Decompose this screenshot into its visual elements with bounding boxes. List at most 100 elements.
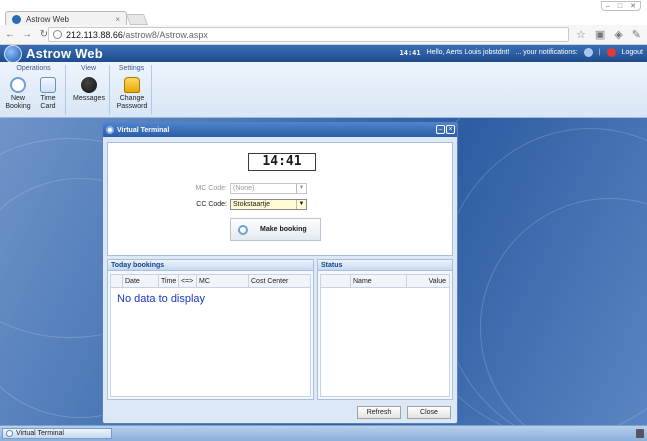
- ribbon-group-operations: Operations New Booking Time Card: [2, 65, 66, 115]
- chevron-down-icon: ▼: [296, 200, 306, 209]
- mc-code-select[interactable]: (None) ▼: [230, 183, 307, 194]
- taskbar: Virtual Terminal: [0, 425, 647, 441]
- header-clock: 14:41: [399, 48, 421, 57]
- window-controls: – □ ✕: [601, 1, 641, 11]
- messages-label: Messages: [73, 95, 105, 102]
- taskbar-item-virtual-terminal[interactable]: Virtual Terminal: [2, 428, 112, 439]
- extension-icons: ☆ ▣ ◈ ✎: [576, 28, 641, 41]
- virtual-terminal-window: Virtual Terminal – × 14:41 MC Code: (Non…: [102, 122, 458, 424]
- new-booking-label-2: Booking: [5, 103, 31, 110]
- url-path: /astrow8/Astrow.aspx: [122, 29, 208, 40]
- new-tab-button[interactable]: [125, 14, 149, 25]
- tab-close-icon[interactable]: ×: [115, 15, 120, 24]
- grid-gutter: [111, 275, 123, 287]
- new-booking-label-1: New: [10, 95, 25, 102]
- lock-icon: [124, 77, 140, 93]
- astrow-favicon-icon: [12, 14, 21, 24]
- no-data-message: No data to display: [117, 293, 206, 305]
- status-grid: Name Value: [320, 274, 450, 397]
- today-bookings-title: Today bookings: [108, 260, 313, 271]
- messages-button[interactable]: Messages: [71, 77, 107, 103]
- refresh-button[interactable]: Refresh: [357, 406, 401, 419]
- back-arrow-icon[interactable]: ←: [3, 29, 17, 40]
- change-password-button[interactable]: Change Password: [114, 77, 150, 111]
- time-card-icon: [40, 77, 56, 93]
- column-header-blank: [321, 275, 351, 287]
- terminal-icon: [6, 430, 13, 437]
- column-header-mc[interactable]: MC: [197, 275, 249, 287]
- globe-icon: [53, 30, 62, 39]
- forward-arrow-icon[interactable]: →: [20, 29, 34, 40]
- column-header-date[interactable]: Date: [123, 275, 159, 287]
- minimize-button[interactable]: –: [606, 3, 610, 10]
- today-bookings-panel: Today bookings Date Time <=> MC Cost Cen…: [107, 259, 314, 400]
- change-password-label-1: Change: [119, 95, 145, 102]
- header-separator: |: [598, 49, 601, 56]
- time-card-label-1: Time: [40, 95, 56, 102]
- time-card-label-2: Card: [40, 103, 56, 110]
- clock-icon: [238, 224, 248, 235]
- change-password-label-2: Password: [116, 103, 148, 110]
- wrench-icon[interactable]: ✎: [632, 28, 641, 41]
- window-title: Virtual Terminal: [117, 126, 170, 134]
- cc-code-select[interactable]: Stokstaartje ▼: [230, 199, 307, 210]
- header-user-area: 14:41 Hello, Aerts Louis jobstdnt! ... y…: [400, 48, 643, 57]
- notifications-label: ... your notifications:: [515, 49, 578, 56]
- minimize-window-button[interactable]: –: [436, 125, 445, 134]
- clock-icon: [10, 77, 26, 93]
- column-header-time[interactable]: Time: [159, 275, 179, 287]
- app-name: Astrow Web: [26, 46, 103, 61]
- mc-code-row: MC Code: (None) ▼: [184, 183, 307, 194]
- ribbon-group-view: View Messages: [68, 65, 110, 115]
- close-window-icon[interactable]: ×: [446, 125, 455, 134]
- bookings-grid: Date Time <=> MC Cost Center No data to …: [110, 274, 311, 397]
- window-titlebar[interactable]: Virtual Terminal: [103, 123, 457, 137]
- status-grid-header: Name Value: [321, 275, 449, 288]
- notification-icon[interactable]: [583, 48, 593, 57]
- column-header-name[interactable]: Name: [351, 275, 407, 287]
- time-card-button[interactable]: Time Card: [34, 77, 62, 111]
- mc-code-label: MC Code:: [195, 185, 227, 192]
- make-booking-button[interactable]: Make booking: [230, 218, 321, 241]
- logout-icon[interactable]: [606, 48, 616, 57]
- chevron-down-icon: ▼: [296, 184, 306, 193]
- browser-tab[interactable]: Astrow Web ×: [5, 11, 127, 26]
- taskbar-item-label: Virtual Terminal: [16, 430, 64, 437]
- column-header-direction[interactable]: <=>: [179, 275, 197, 287]
- make-booking-label: Make booking: [260, 226, 307, 233]
- ribbon-toolbar: Operations New Booking Time Card View Me…: [0, 62, 647, 118]
- browser-navbar: ← → ↻ 212.113.88.66 /astrow8/Astrow.aspx…: [0, 25, 647, 45]
- tab-title: Astrow Web: [26, 14, 69, 24]
- astrow-logo-icon: [4, 44, 22, 63]
- extension-icon[interactable]: ▣: [595, 28, 605, 41]
- cc-code-label: CC Code:: [196, 201, 227, 208]
- app-header: Astrow Web 14:41 Hello, Aerts Louis jobs…: [0, 44, 647, 63]
- column-header-value[interactable]: Value: [407, 275, 449, 287]
- address-bar[interactable]: 212.113.88.66 /astrow8/Astrow.aspx: [48, 27, 569, 42]
- cc-code-value: Stokstaartje: [233, 201, 270, 208]
- url-host: 212.113.88.66: [66, 29, 123, 40]
- terminal-clock: 14:41: [248, 153, 316, 171]
- puzzle-icon[interactable]: ◈: [614, 28, 622, 41]
- logout-link[interactable]: Logout: [622, 49, 643, 56]
- maximize-button[interactable]: □: [618, 3, 622, 10]
- messages-icon: [81, 77, 97, 93]
- new-booking-button[interactable]: New Booking: [4, 77, 32, 111]
- status-title: Status: [318, 260, 452, 271]
- column-header-cost-center[interactable]: Cost Center: [249, 275, 309, 287]
- tray-icon[interactable]: [636, 429, 644, 438]
- star-icon[interactable]: ☆: [576, 28, 586, 41]
- ribbon-group-label: View: [80, 65, 97, 72]
- close-button[interactable]: Close: [407, 406, 451, 419]
- cc-code-row: CC Code: Stokstaartje ▼: [184, 199, 307, 210]
- close-window-button[interactable]: ✕: [630, 2, 636, 10]
- ribbon-group-settings: Settings Change Password: [112, 65, 152, 115]
- status-panel: Status Name Value: [317, 259, 453, 400]
- bookings-grid-header: Date Time <=> MC Cost Center: [111, 275, 310, 288]
- browser-tabstrip: Astrow Web × – □ ✕: [0, 0, 647, 26]
- greeting: Hello, Aerts Louis jobstdnt!: [426, 49, 510, 56]
- mc-code-value: (None): [233, 185, 255, 192]
- ribbon-group-label: Settings: [118, 65, 145, 72]
- ribbon-group-label: Operations: [16, 65, 51, 72]
- terminal-icon: [106, 126, 114, 134]
